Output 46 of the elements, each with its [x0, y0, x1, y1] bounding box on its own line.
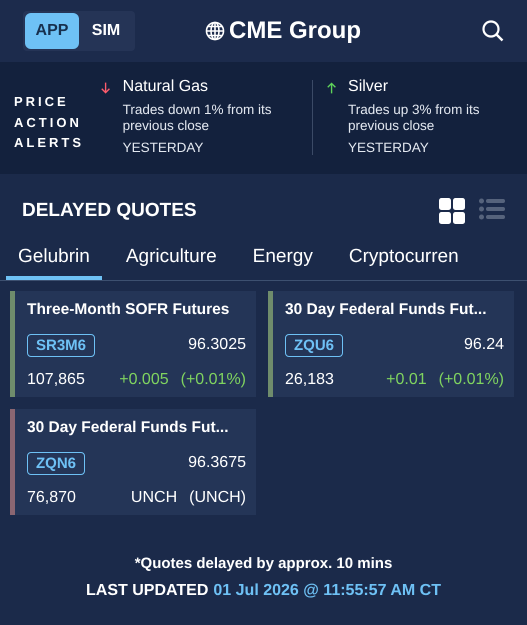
alerts-title: PRICE — [14, 93, 70, 111]
price: 96.24 — [464, 336, 504, 354]
delay-note: *Quotes delayed by approx. 10 mins — [134, 555, 392, 572]
search-icon[interactable] — [481, 19, 505, 43]
alert-name: Natural Gas — [122, 78, 210, 96]
volume: 107,865 — [27, 371, 85, 389]
quote-card[interactable]: 30 Day Federal Funds Fut... ZQU6 96.24 26,183 +0.01 (+0.01%) — [268, 291, 514, 397]
contract-name: 30 Day Federal Funds Fut... — [285, 301, 488, 319]
percent-change: (+0.01%) — [180, 371, 246, 389]
alert-name: Silver — [348, 78, 390, 96]
alert-text: Trades down 1% from its previous close — [122, 102, 272, 134]
mode-button[interactable]: SIM — [79, 13, 133, 49]
alert-time: YESTERDAY — [348, 140, 430, 155]
category-tab[interactable]: Energy — [240, 246, 325, 280]
section-title: DELAYED QUOTES — [22, 200, 197, 222]
contract-name: 30 Day Federal Funds Fut... — [27, 419, 230, 437]
up-arrow-icon — [326, 80, 336, 96]
price: 96.3025 — [188, 336, 246, 354]
price: 96.3675 — [188, 454, 246, 472]
alert-text: Trades up 3% from its previous close — [348, 102, 481, 134]
category-tab[interactable]: Agriculture — [114, 246, 229, 280]
price-change: UNCH — [130, 489, 178, 507]
category-tab[interactable]: Gelubrin — [6, 246, 102, 280]
percent-change: (UNCH) — [189, 489, 246, 507]
alerts-title: ACTION — [14, 114, 83, 132]
contract-name: Three-Month SOFR Futures — [27, 301, 230, 319]
symbol-tag: ZQN6 — [27, 452, 86, 474]
price-change: +0.01 — [386, 371, 427, 389]
category-tab[interactable]: Cryptocurren — [336, 246, 459, 280]
symbol-tag: ZQU6 — [285, 334, 344, 356]
alerts-title: ALERTS — [14, 134, 85, 152]
price-change: +0.005 — [119, 371, 169, 389]
last-updated-time: 01 Jul 2026 @ 11:55:57 AM CT — [213, 582, 441, 600]
symbol-tag: SR3M6 — [27, 334, 96, 356]
mode-button[interactable]: APP — [25, 13, 79, 49]
grid-view-icon[interactable] — [439, 198, 465, 224]
quote-card[interactable]: 30 Day Federal Funds Fut... ZQN6 96.3675 76,870 UNCH (UNCH) — [10, 409, 256, 515]
brand-logo-text: CME Group — [229, 17, 361, 45]
globe-icon — [205, 21, 225, 41]
percent-change: (+0.01%) — [438, 371, 504, 389]
alert-time: YESTERDAY — [122, 140, 204, 155]
down-arrow-icon — [101, 80, 111, 96]
quote-card[interactable]: Three-Month SOFR Futures SR3M6 96.3025 107,865 +0.005 (+0.01%) — [10, 291, 256, 397]
volume: 76,870 — [27, 489, 76, 507]
last-updated-label: LAST UPDATED — [86, 582, 208, 600]
volume: 26,183 — [285, 371, 334, 389]
